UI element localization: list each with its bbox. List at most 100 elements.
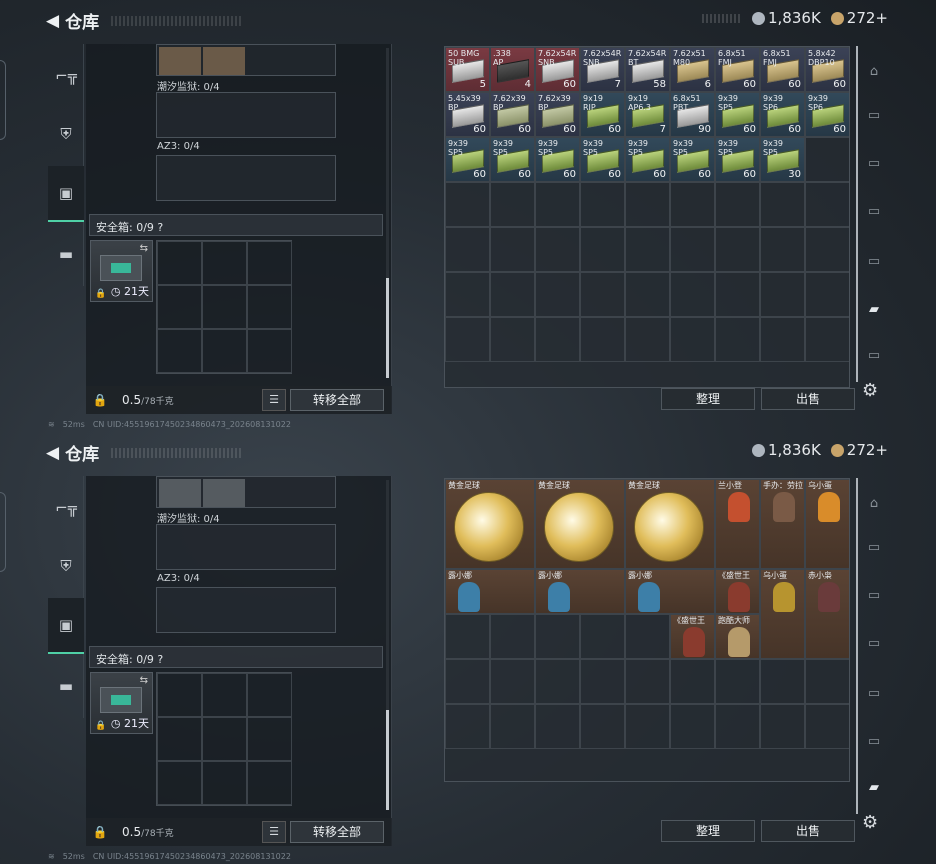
key-card-item[interactable] <box>159 479 201 507</box>
empty-slot[interactable] <box>805 272 849 317</box>
empty-slot[interactable] <box>760 704 805 749</box>
empty-slot[interactable] <box>760 182 805 227</box>
ammo-item[interactable]: 7.62x39 BP 60 <box>490 92 535 137</box>
empty-slot[interactable] <box>715 317 760 362</box>
key-card-item[interactable] <box>203 479 245 507</box>
ammo-item[interactable]: 6.8x51 FMJ 60 <box>760 47 805 92</box>
empty-slot[interactable] <box>715 182 760 227</box>
empty-slot[interactable] <box>490 659 535 704</box>
empty-slot[interactable] <box>670 272 715 317</box>
left-scrollbar[interactable] <box>386 480 389 810</box>
ammo-item[interactable]: 7.62x54R SNB 7 <box>580 47 625 92</box>
empty-slot[interactable] <box>760 659 805 704</box>
gear-icon[interactable]: ⚙ <box>862 380 878 401</box>
empty-slot[interactable] <box>805 227 849 272</box>
safe-box-grid[interactable] <box>156 240 292 374</box>
help-icon[interactable]: ? <box>157 653 163 666</box>
empty-slot[interactable] <box>625 227 670 272</box>
empty-slot[interactable] <box>715 227 760 272</box>
storage-tab-active-icon[interactable]: ▰ <box>862 780 886 800</box>
storage-tab-v-icon[interactable]: ▭ <box>862 204 886 224</box>
safe-box-grid[interactable] <box>156 672 292 806</box>
empty-slot[interactable] <box>490 317 535 362</box>
collectible-item[interactable]: 跑酷大师 <box>715 614 760 659</box>
empty-slot[interactable] <box>625 704 670 749</box>
pistol-icon[interactable]: ⌐╦ <box>48 48 84 104</box>
ammo-item[interactable]: 7.62x54R SNB 60 <box>535 47 580 92</box>
transfer-all-button[interactable]: 转移全部 <box>290 389 384 411</box>
ammo-item[interactable]: 9x39 SP6 60 <box>805 92 849 137</box>
storage-tab-v-icon[interactable]: ▭ <box>862 636 886 656</box>
ammo-item[interactable]: 6.8x51 PBT 90 <box>670 92 715 137</box>
ammo-item[interactable]: 50 BMG SUB 5 <box>445 47 490 92</box>
back-arrow-icon[interactable]: ◀ <box>46 443 59 463</box>
empty-slot[interactable] <box>715 272 760 317</box>
empty-slot[interactable] <box>535 659 580 704</box>
key-card-item[interactable] <box>159 47 201 75</box>
empty-slot[interactable] <box>535 317 580 362</box>
empty-slot[interactable] <box>670 317 715 362</box>
backpack-icon[interactable]: ▣ <box>48 598 84 654</box>
figurine-item[interactable]: 赤小枭 <box>805 569 849 659</box>
transfer-all-button[interactable]: 转移全部 <box>290 821 384 843</box>
key-card-item[interactable] <box>203 47 245 75</box>
storage-tab-iii-icon[interactable]: ▭ <box>862 254 886 274</box>
empty-slot[interactable] <box>445 227 490 272</box>
empty-slot[interactable] <box>580 272 625 317</box>
empty-slot[interactable] <box>805 659 849 704</box>
storage-tab-all-icon[interactable]: ⌂ <box>862 64 886 84</box>
empty-slot[interactable] <box>490 272 535 317</box>
storage-tab-iv2-icon[interactable]: ▭ <box>862 734 886 754</box>
ammo-item[interactable]: .338 AP 4 <box>490 47 535 92</box>
storage-tab-iv-icon[interactable]: ▭ <box>862 588 886 608</box>
ammo-item[interactable]: 9x39 SP5 60 <box>715 92 760 137</box>
empty-slot[interactable] <box>535 227 580 272</box>
empty-slot[interactable] <box>760 227 805 272</box>
add-gold-button[interactable]: + <box>875 9 888 27</box>
empty-slot[interactable] <box>535 272 580 317</box>
collectible-item[interactable]: 《盛世王 <box>715 569 760 614</box>
empty-slot[interactable] <box>535 182 580 227</box>
storage-tab-iv-icon[interactable]: ▭ <box>862 156 886 176</box>
empty-slot[interactable] <box>805 317 849 362</box>
gear-icon[interactable]: ⚙ <box>862 812 878 833</box>
figurine-item[interactable]: 露小娜 <box>535 569 625 614</box>
tide-prison-empty-slots[interactable] <box>156 92 336 138</box>
left-edge-tab[interactable] <box>0 492 6 572</box>
toolbox-icon[interactable]: ▬ <box>48 226 84 282</box>
add-gold-button[interactable]: + <box>875 441 888 459</box>
gold-currency[interactable]: 272+ <box>830 441 888 459</box>
empty-slot[interactable] <box>445 272 490 317</box>
tide-prison-key-slots[interactable] <box>156 476 336 508</box>
empty-slot[interactable] <box>715 704 760 749</box>
empty-slot[interactable] <box>670 704 715 749</box>
left-scrollbar[interactable] <box>386 48 389 378</box>
empty-slot[interactable] <box>625 317 670 362</box>
armor-icon[interactable]: ⛨ <box>48 538 84 594</box>
az3-key-slots[interactable] <box>156 155 336 201</box>
ammo-item[interactable]: 9x39 SP5 60 <box>490 137 535 182</box>
empty-slot[interactable] <box>535 704 580 749</box>
empty-slot[interactable] <box>670 659 715 704</box>
empty-slot[interactable] <box>445 704 490 749</box>
empty-slot[interactable] <box>670 182 715 227</box>
storage-tab-iv-icon[interactable]: ▭ <box>862 540 886 560</box>
safe-box-item[interactable]: ⇆ 🔒 ◷ 21天 <box>90 672 153 734</box>
storage-tab-iii-icon[interactable]: ▭ <box>862 686 886 706</box>
figurine-item[interactable]: 乌小蛋 <box>760 569 805 659</box>
sell-button[interactable]: 出售 <box>761 388 855 410</box>
ammo-item[interactable]: 9x19 AP6.3 7 <box>625 92 670 137</box>
empty-slot[interactable] <box>445 317 490 362</box>
swap-icon[interactable]: ⇆ <box>140 243 148 254</box>
storage-tab-all-icon[interactable]: ⌂ <box>862 496 886 516</box>
backpack-icon[interactable]: ▣ <box>48 166 84 222</box>
empty-slot[interactable] <box>715 659 760 704</box>
golden-football-item[interactable]: 黄金足球 <box>625 479 715 569</box>
swap-icon[interactable]: ⇆ <box>140 675 148 686</box>
sort-button[interactable]: 整理 <box>661 820 755 842</box>
ammo-item[interactable]: 9x39 SP5 30 <box>760 137 805 182</box>
empty-slot[interactable] <box>805 137 849 182</box>
ammo-item[interactable]: 5.45x39 BP 60 <box>445 92 490 137</box>
storage-tab-v2-icon[interactable]: ▭ <box>862 348 886 368</box>
list-view-button[interactable]: ☰ <box>262 389 286 411</box>
